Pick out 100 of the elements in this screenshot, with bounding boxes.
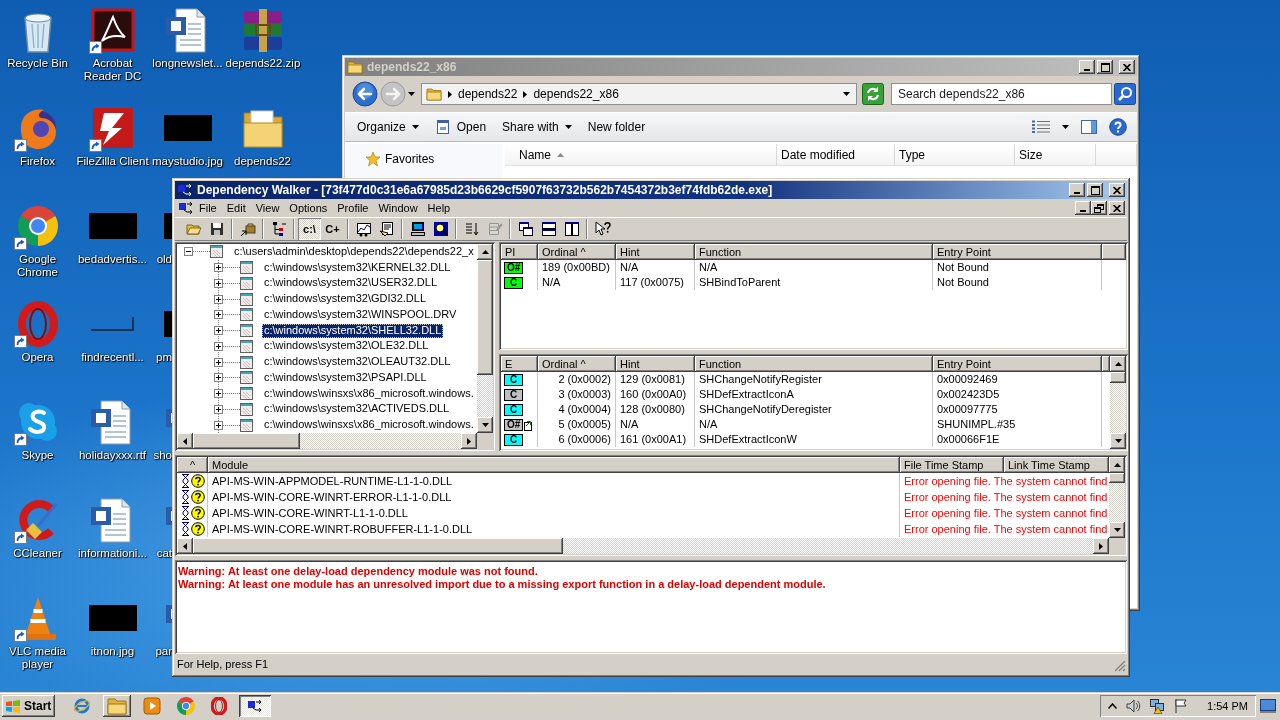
command-button[interactable]: Organize — [349, 115, 427, 139]
network-icon[interactable] — [1149, 698, 1166, 714]
icon-label[interactable]: depends22.zip — [225, 57, 300, 70]
scroll-up-button[interactable] — [477, 244, 493, 260]
column-header[interactable]: Function — [695, 356, 933, 372]
plus-box-icon[interactable] — [214, 389, 223, 399]
scroll-up-button[interactable] — [1110, 356, 1126, 372]
scroll-left-button[interactable] — [177, 433, 193, 449]
column-header[interactable]: Function — [695, 244, 933, 260]
image-thumbnail[interactable] — [163, 115, 212, 141]
column-header[interactable]: File Time Stamp — [900, 457, 1004, 473]
chevron-up-icon[interactable] — [1108, 703, 1118, 709]
maximize-button[interactable] — [1087, 183, 1103, 197]
plus-box-icon[interactable] — [214, 263, 223, 273]
toolbar-button[interactable]: c:\ — [298, 218, 321, 240]
search-field[interactable]: Search depends22_x86 — [891, 83, 1112, 105]
scroll-right-button[interactable] — [461, 433, 477, 449]
tree-item[interactable]: c:\windows\system32\GDI32.DLL — [262, 292, 428, 307]
column-header[interactable]: Entry Point — [933, 244, 1102, 260]
tree-item[interactable]: c:\windows\winsxs\x86_microsoft.windows. — [262, 418, 476, 433]
icon-label[interactable]: VLC media player — [0, 645, 75, 671]
plus-box-icon[interactable] — [214, 373, 223, 383]
plus-box-icon[interactable] — [214, 278, 223, 288]
scroll-thumb[interactable] — [193, 433, 300, 449]
column-header[interactable]: PI — [501, 244, 538, 260]
column-header[interactable]: Size — [1015, 144, 1096, 166]
scroll-up-button[interactable] — [1109, 457, 1125, 473]
plus-box-icon[interactable] — [214, 310, 223, 320]
column-header[interactable]: Date modified — [777, 144, 895, 166]
icon-label[interactable]: Skype — [21, 449, 54, 462]
dropdown-caret-icon[interactable] — [843, 92, 850, 96]
nav-item[interactable]: Favorites — [345, 148, 435, 170]
scroll-down-button[interactable] — [1110, 433, 1126, 449]
minimize-button[interactable] — [1075, 201, 1091, 215]
scroll-thumb[interactable] — [193, 538, 563, 554]
column-header[interactable]: Ordinal ^ — [538, 244, 616, 260]
scroll-down-button[interactable] — [1109, 522, 1125, 538]
plus-box-icon[interactable] — [214, 404, 223, 414]
icon-label[interactable]: FileZilla Client — [76, 155, 149, 168]
taskbar-button[interactable] — [103, 695, 132, 717]
menu-item[interactable]: File — [194, 199, 222, 217]
icon-label[interactable]: old — [156, 253, 172, 266]
breadcrumb-item[interactable]: depends22 — [458, 87, 518, 101]
image-thumbnail[interactable] — [88, 213, 137, 239]
command-button[interactable]: New folder — [579, 115, 654, 139]
show-desktop-icon[interactable] — [1260, 699, 1276, 713]
tree-item[interactable]: c:\windows\system32\KERNEL32.DLL — [262, 260, 453, 275]
column-header[interactable]: E — [501, 356, 538, 372]
icon-label[interactable]: Acrobat Reader DC — [75, 57, 150, 83]
icon-label[interactable]: findrecentl... — [81, 351, 144, 364]
tree-item[interactable]: c:\windows\system32\SHELL32.DLL — [262, 323, 444, 338]
icon-label[interactable]: Recycle Bin — [7, 57, 68, 70]
command-button[interactable]: Open — [426, 115, 495, 139]
command-button[interactable]: Share with — [494, 115, 580, 139]
vertical-scrollbar[interactable] — [1110, 356, 1126, 449]
icon-label[interactable]: sho — [153, 449, 172, 462]
minimize-button[interactable] — [1079, 60, 1095, 74]
speaker-icon[interactable] — [1125, 698, 1142, 714]
chevron-icon[interactable] — [523, 90, 528, 98]
icon-label[interactable]: depends22 — [234, 155, 291, 168]
column-header[interactable]: Entry Point — [933, 356, 1102, 372]
tree-item[interactable]: c:\windows\system32\USER32.DLL — [262, 276, 439, 291]
chevron-icon[interactable] — [448, 90, 452, 98]
icon-label[interactable]: Opera — [21, 351, 54, 364]
tree-item[interactable]: c:\windows\system32\PSAPI.DLL — [262, 370, 429, 385]
breadcrumb-item[interactable]: depends22_x86 — [533, 87, 619, 101]
scroll-thumb[interactable] — [1110, 372, 1126, 383]
tree-item[interactable]: c:\windows\system32\WINSPOOL.DRV — [262, 307, 459, 322]
icon-label[interactable]: informationi... — [78, 547, 147, 560]
minus-box-icon[interactable] — [184, 247, 193, 257]
help-icon[interactable] — [1109, 118, 1127, 136]
tree-item[interactable]: c:\windows\winsxs\x86_microsoft.windows. — [262, 386, 476, 401]
column-header[interactable]: Type — [895, 144, 1015, 166]
list-view-icon[interactable] — [1032, 120, 1050, 134]
icon-label[interactable]: holidayxxx.rtf — [78, 449, 147, 462]
refresh-icon[interactable] — [862, 83, 884, 105]
close-button[interactable] — [1109, 201, 1125, 215]
dropdown-caret-icon[interactable] — [408, 92, 415, 96]
address-bar[interactable]: depends22 depends22_x86 — [421, 83, 857, 105]
resize-grip-icon[interactable] — [1114, 660, 1126, 672]
column-header[interactable]: Module — [208, 457, 900, 473]
plus-box-icon[interactable] — [214, 341, 223, 351]
restore-button[interactable] — [1091, 201, 1107, 215]
image-thumbnail[interactable] — [88, 316, 137, 332]
tree-item[interactable]: c:\windows\system32\ACTIVEDS.DLL — [262, 402, 452, 417]
menu-item[interactable]: Help — [422, 199, 456, 217]
close-button[interactable] — [1119, 60, 1135, 74]
plus-box-icon[interactable] — [214, 294, 223, 304]
horizontal-scrollbar[interactable] — [177, 538, 1109, 554]
icon-label[interactable]: longnewslet... — [152, 57, 223, 70]
scroll-left-button[interactable] — [177, 538, 193, 554]
icon-label[interactable]: Google Chrome — [0, 253, 75, 279]
scroll-down-button[interactable] — [477, 417, 493, 433]
tree-item[interactable]: c:\windows\system32\OLEAUT32.DLL — [262, 355, 453, 370]
menu-item[interactable]: Edit — [221, 199, 251, 217]
menu-item[interactable]: Profile — [332, 199, 374, 217]
search-icon[interactable] — [1114, 83, 1136, 105]
column-header[interactable]: Ordinal ^ — [538, 356, 616, 372]
column-header[interactable]: Name — [505, 144, 777, 166]
icon-label[interactable]: CCleaner — [13, 547, 62, 560]
